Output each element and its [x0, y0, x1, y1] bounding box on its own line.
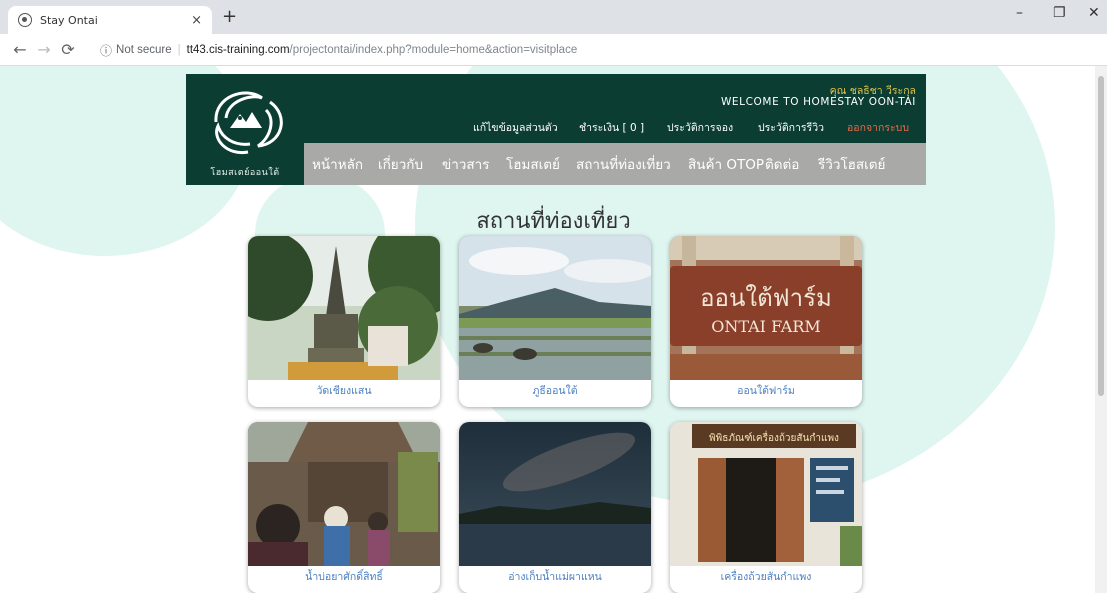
- divider: |: [177, 44, 181, 56]
- logout-link[interactable]: ออกจากระบบ: [847, 119, 909, 136]
- browser-tab[interactable]: Stay Ontai ×: [8, 6, 212, 34]
- site-logo[interactable]: โฮมสเตย์ออนใต้: [186, 74, 304, 185]
- url-path: /projectontai/index.php?module=home&acti…: [289, 44, 578, 56]
- nav-news[interactable]: ข่าวสาร: [442, 153, 489, 175]
- holy-well-photo: [248, 422, 440, 566]
- booking-history-link[interactable]: ประวัติการจอง: [667, 119, 733, 136]
- place-name: วัดเชียงแสน: [316, 385, 372, 397]
- info-icon[interactable]: ⓘ: [100, 42, 112, 59]
- fish-logo-icon: [214, 91, 283, 155]
- place-name: น้ำบ่อยาศักดิ์สิทธิ์: [305, 571, 383, 583]
- url-host: tt43.cis-training.com: [186, 44, 290, 56]
- place-name: ภูธีออนใต้: [532, 385, 578, 397]
- temple-photo: [248, 236, 440, 380]
- place-card[interactable]: อ่างเก็บน้ำแม่ผาแหน: [459, 422, 651, 593]
- nav-about[interactable]: เกี่ยวกับ: [378, 153, 423, 175]
- nav-home[interactable]: หน้าหลัก: [312, 153, 363, 175]
- new-tab-button[interactable]: +: [222, 6, 237, 27]
- globe-icon: [18, 13, 32, 27]
- place-card[interactable]: ภูธีออนใต้: [459, 236, 651, 407]
- place-name: เครื่องถ้วยสันกำแพง: [720, 571, 812, 583]
- nav-otop[interactable]: สินค้า OTOP: [688, 153, 764, 175]
- place-card[interactable]: วัดเชียงแสน: [248, 236, 440, 407]
- tab-close-icon[interactable]: ×: [191, 13, 202, 28]
- forward-arrow-icon[interactable]: →: [32, 40, 56, 59]
- nav-review-homestay[interactable]: รีวิวโฮสเตย์: [818, 153, 885, 175]
- place-card[interactable]: พิพิธภัณฑ์เครื่องถ้วยสันกำแพง เครื่องถ้ว…: [670, 422, 862, 593]
- browser-tabstrip: Stay Ontai × + – ❐ ✕: [0, 0, 1107, 34]
- edit-profile-link[interactable]: แก้ไขข้อมูลส่วนตัว: [473, 119, 558, 136]
- payment-link[interactable]: ชำระเงิน [ 0 ]: [579, 119, 644, 136]
- nav-attractions[interactable]: สถานที่ท่องเที่ยว: [576, 153, 671, 175]
- logo-label: โฮมสเตย์ออนใต้: [210, 168, 280, 178]
- place-card[interactable]: ออนใต้ฟาร์ม ONTAI FARM ออนใต้ฟาร์ม: [670, 236, 862, 407]
- restore-button[interactable]: ❐: [1053, 5, 1066, 21]
- scrollbar-thumb[interactable]: [1098, 76, 1104, 396]
- review-history-link[interactable]: ประวัติการรีวิว: [758, 119, 824, 136]
- farm-sign-en: ONTAI FARM: [711, 317, 821, 336]
- web-page: โฮมสเตย์ออนใต้ คุณ ชลธิชา วีระกุล WELCOM…: [0, 66, 1107, 593]
- back-arrow-icon[interactable]: ←: [8, 40, 32, 59]
- place-name: ออนใต้ฟาร์ม: [737, 385, 795, 397]
- museum-sign: พิพิธภัณฑ์เครื่องถ้วยสันกำแพง: [709, 430, 839, 444]
- tab-title: Stay Ontai: [40, 13, 98, 27]
- window-close-button[interactable]: ✕: [1088, 5, 1100, 21]
- farm-sign-photo: ออนใต้ฟาร์ม ONTAI FARM: [670, 236, 862, 380]
- security-label: Not secure: [116, 44, 172, 56]
- page-title: สถานที่ท่องเที่ยว: [476, 209, 631, 234]
- place-name: อ่างเก็บน้ำแม่ผาแหน: [508, 571, 602, 583]
- ceramics-museum-photo: พิพิธภัณฑ์เครื่องถ้วยสันกำแพง: [670, 422, 862, 566]
- minimize-button[interactable]: –: [1016, 5, 1023, 21]
- welcome-text: WELCOME TO HOMESTAY OON-TAI: [720, 96, 916, 108]
- page-scrollbar[interactable]: [1095, 66, 1107, 593]
- browser-toolbar: ← → ⟳ ⓘ Not secure | tt43.cis-training.c…: [0, 34, 1107, 93]
- farm-sign-thai: ออนใต้ฟาร์ม: [700, 284, 832, 312]
- nav-contact[interactable]: ติดต่อ: [765, 153, 799, 175]
- reservoir-night-photo: [459, 422, 651, 566]
- site-header: โฮมสเตย์ออนใต้ คุณ ชลธิชา วีระกุล WELCOM…: [186, 74, 926, 185]
- nav-homestay[interactable]: โฮมสเตย์: [506, 153, 560, 175]
- address-bar[interactable]: ⓘ Not secure | tt43.cis-training.com /pr…: [100, 39, 940, 61]
- mountain-field-photo: [459, 236, 651, 380]
- place-card[interactable]: น้ำบ่อยาศักดิ์สิทธิ์: [248, 422, 440, 593]
- reload-icon[interactable]: ⟳: [56, 40, 80, 59]
